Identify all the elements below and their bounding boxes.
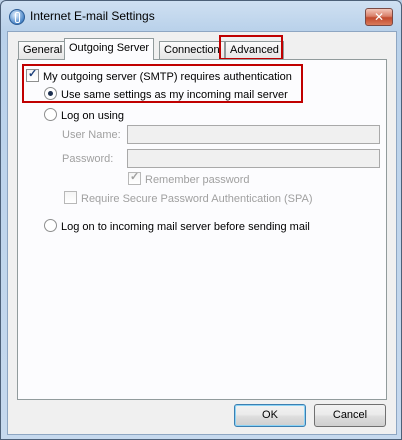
remember-password-row[interactable]: Remember password [128, 170, 250, 186]
ok-button[interactable]: OK [234, 404, 306, 427]
remember-password-label: Remember password [145, 174, 250, 186]
logon-using-radio-row[interactable]: Log on using [44, 108, 124, 122]
smtp-auth-label: My outgoing server (SMTP) requires authe… [43, 71, 292, 83]
advanced-tab-highlight [219, 35, 283, 60]
logon-incoming-radio-row[interactable]: Log on to incoming mail server before se… [44, 219, 310, 233]
remember-password-checkbox[interactable] [128, 170, 141, 185]
outgoing-server-panel: My outgoing server (SMTP) requires authe… [17, 59, 387, 400]
use-same-settings-label: Use same settings as my incoming mail se… [61, 89, 288, 101]
username-label: User Name: [62, 129, 121, 141]
close-button[interactable]: ✕ [365, 8, 393, 26]
dialog-body: General Outgoing Server Connection Advan… [7, 31, 397, 435]
smtp-auth-checkbox-row[interactable]: My outgoing server (SMTP) requires authe… [26, 67, 292, 83]
logon-incoming-label: Log on to incoming mail server before se… [61, 221, 310, 233]
use-same-settings-radio-row[interactable]: Use same settings as my incoming mail se… [44, 87, 288, 101]
use-same-settings-radio[interactable] [44, 87, 57, 100]
logon-incoming-radio[interactable] [44, 219, 57, 232]
close-icon: ✕ [373, 10, 385, 24]
smtp-auth-checkbox[interactable] [26, 67, 39, 82]
window-title: Internet E-mail Settings [30, 9, 155, 23]
tab-outgoing-server[interactable]: Outgoing Server [64, 38, 155, 60]
password-label: Password: [62, 153, 114, 165]
spa-checkbox[interactable] [64, 191, 77, 204]
cancel-button[interactable]: Cancel [314, 404, 386, 427]
logon-using-radio[interactable] [44, 108, 57, 121]
tab-connection[interactable]: Connection [159, 41, 225, 59]
spa-label: Require Secure Password Authentication (… [81, 193, 313, 205]
username-field[interactable] [127, 125, 380, 144]
title-bar[interactable]: Internet E-mail Settings ✕ [1, 1, 401, 31]
spa-row[interactable]: Require Secure Password Authentication (… [64, 191, 313, 205]
tab-general[interactable]: General [18, 41, 68, 59]
dialog-window: Internet E-mail Settings ✕ General Outgo… [0, 0, 402, 440]
outlook-icon [9, 9, 25, 25]
logon-using-label: Log on using [61, 110, 124, 122]
password-field[interactable] [127, 149, 380, 168]
